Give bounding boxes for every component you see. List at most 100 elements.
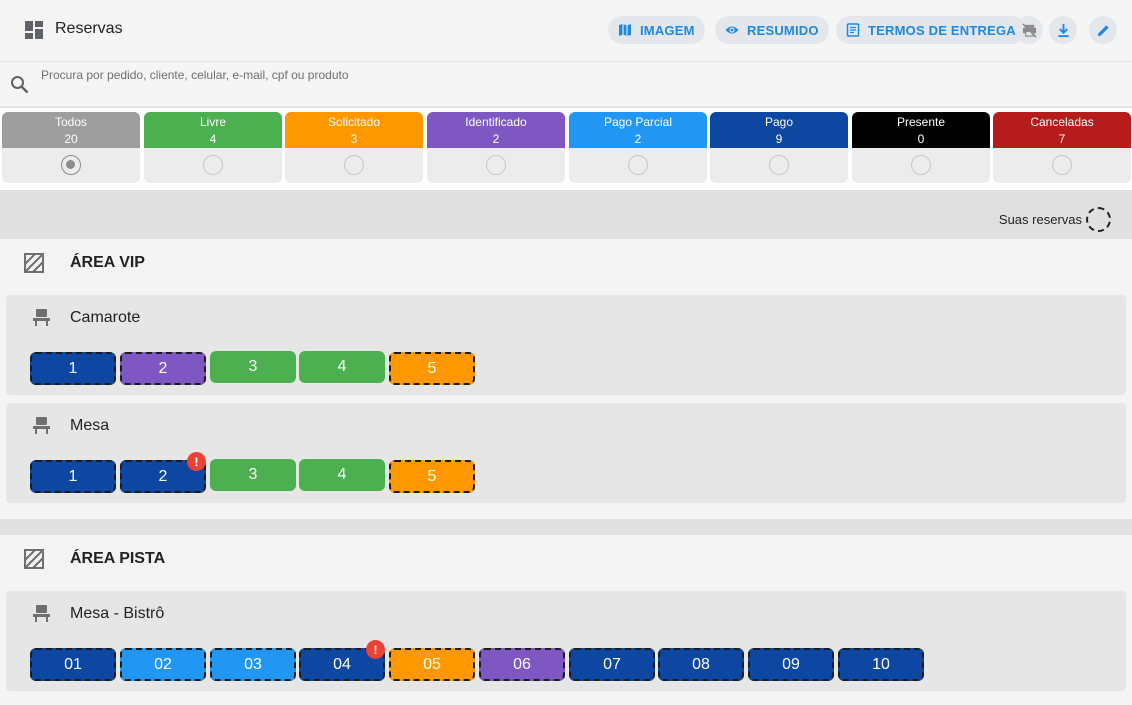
edit-button[interactable] <box>1089 16 1117 44</box>
sector-name: Camarote <box>70 308 141 326</box>
striped-square-icon <box>24 549 44 569</box>
filter-label: Solicitado <box>327 115 381 129</box>
filter-identificado-radio[interactable] <box>486 155 506 175</box>
filter-livre[interactable]: Livre 4 <box>144 112 282 183</box>
imagem-button-label: IMAGEM <box>640 22 695 38</box>
seat-button[interactable]: 10 <box>838 648 924 681</box>
striped-square-icon <box>24 253 44 273</box>
seat-icon <box>33 309 50 326</box>
seat-button[interactable]: 2 ! <box>120 452 206 493</box>
resumido-button[interactable]: RESUMIDO <box>715 16 829 44</box>
print-off-button[interactable] <box>1015 16 1043 44</box>
search-icon <box>11 76 29 94</box>
seat-button[interactable]: 3 <box>210 351 296 383</box>
filter-pago[interactable]: Pago 9 <box>710 112 848 183</box>
seat-label: 2 <box>158 359 168 377</box>
seat-button[interactable]: 09 <box>748 648 834 681</box>
seat-label: 08 <box>692 655 710 673</box>
resumido-button-label: RESUMIDO <box>747 22 819 38</box>
seat-button[interactable]: 1 <box>30 352 116 385</box>
filter-pago-parcial[interactable]: Pago Parcial 2 <box>569 112 707 183</box>
seat-icon <box>33 605 50 622</box>
filter-canceladas[interactable]: Canceladas 7 <box>993 112 1131 183</box>
seat-button[interactable]: 3 <box>210 459 296 491</box>
imagem-button[interactable]: IMAGEM <box>608 16 705 44</box>
seat-button[interactable]: 04 ! <box>299 640 385 681</box>
filter-presente-header: Presente 0 <box>852 112 990 148</box>
alert-icon: ! <box>366 640 385 659</box>
sector-header: Mesa - Bistrô <box>32 604 164 623</box>
dashed-circle-icon <box>1086 207 1111 232</box>
legend-suas-reservas: Suas reservas <box>999 207 1111 232</box>
filter-canceladas-header: Canceladas 7 <box>993 112 1131 148</box>
area-header: ÁREA PISTA <box>24 549 165 569</box>
seat-label: 5 <box>427 467 437 485</box>
sector-header: Camarote <box>32 308 140 327</box>
seat-label: 04 <box>333 655 351 673</box>
area-name: ÁREA VIP <box>70 254 145 271</box>
filter-label: Presente <box>896 115 946 129</box>
seat-button[interactable]: 4 <box>299 459 385 491</box>
filter-todos-header: Todos 20 <box>2 112 140 148</box>
filter-count: 0 <box>917 132 925 146</box>
seat-button[interactable]: 1 <box>30 460 116 493</box>
filter-label: Canceladas <box>1030 115 1094 129</box>
filter-presente-radio[interactable] <box>911 155 931 175</box>
seat-label: 4 <box>337 358 347 375</box>
sector-name: Mesa <box>70 416 110 434</box>
seat-label: 1 <box>68 359 78 377</box>
filter-livre-radio[interactable] <box>203 155 223 175</box>
seat-button[interactable]: 4 <box>299 351 385 383</box>
seat-button[interactable]: 05 <box>389 648 475 681</box>
sector-camarote: Camarote 1 2 3 4 5 <box>6 295 1126 395</box>
seat-button[interactable]: 06 <box>479 648 565 681</box>
seat-button[interactable]: 5 <box>389 460 475 493</box>
sector-mesa-bistro: Mesa - Bistrô 01 02 03 04 ! 05 06 07 08 … <box>6 591 1126 691</box>
seat-button[interactable]: 07 <box>569 648 655 681</box>
app-header: Reservas IMAGEM RESUMIDO TERMOS DE ENTRE… <box>0 0 1132 62</box>
seat-button[interactable]: 02 <box>120 648 206 681</box>
download-button[interactable] <box>1049 16 1077 44</box>
termos-button-label: TERMOS DE ENTREGA <box>868 22 1016 38</box>
alert-icon: ! <box>187 452 206 471</box>
filter-count: 2 <box>492 132 500 146</box>
seat-label: 1 <box>68 467 78 485</box>
filter-pago-radio[interactable] <box>769 155 789 175</box>
filter-identificado[interactable]: Identificado 2 <box>427 112 565 183</box>
seat-button[interactable]: 08 <box>658 648 744 681</box>
seat-button[interactable]: 2 <box>120 352 206 385</box>
seat-label: 03 <box>244 655 262 673</box>
edit-icon <box>1097 24 1109 36</box>
legend-label: Suas reservas <box>998 212 1082 227</box>
filter-presente[interactable]: Presente 0 <box>852 112 990 183</box>
filter-solicitado[interactable]: Solicitado 3 <box>285 112 423 183</box>
seat-label: 4 <box>337 466 347 483</box>
filter-label: Identificado <box>465 115 527 129</box>
filter-todos[interactable]: Todos 20 <box>2 112 140 183</box>
download-icon <box>1057 23 1069 37</box>
seat-button[interactable]: 03 <box>210 648 296 681</box>
search-input[interactable] <box>41 66 1121 84</box>
print-off-icon <box>1021 22 1037 38</box>
filter-label: Pago <box>764 115 794 129</box>
area-header: ÁREA VIP <box>24 253 145 273</box>
filter-todos-radio[interactable] <box>61 155 81 175</box>
filter-count: 2 <box>634 132 642 146</box>
seat-button[interactable]: 01 <box>30 648 116 681</box>
seat-label: 07 <box>603 655 621 673</box>
sector-mesa: Mesa 1 2 ! 3 4 5 <box>6 403 1126 503</box>
filter-identificado-header: Identificado 2 <box>427 112 565 148</box>
seat-label: 3 <box>248 466 258 483</box>
filter-solicitado-radio[interactable] <box>344 155 364 175</box>
termos-de-entrega-button[interactable]: TERMOS DE ENTREGA <box>836 16 1026 44</box>
seat-button[interactable]: 5 <box>389 352 475 385</box>
page-title: Reservas <box>55 20 123 37</box>
filter-pago-parcial-radio[interactable] <box>628 155 648 175</box>
filter-label: Livre <box>199 115 226 129</box>
seat-label: 06 <box>513 655 531 673</box>
sector-name: Mesa - Bistrô <box>70 604 165 622</box>
filter-count: 4 <box>209 132 217 146</box>
filter-canceladas-radio[interactable] <box>1052 155 1072 175</box>
filter-label: Todos <box>54 115 88 129</box>
status-filter-bar: Todos 20 Livre 4 Solicitado 3 Identifica… <box>0 108 1132 190</box>
